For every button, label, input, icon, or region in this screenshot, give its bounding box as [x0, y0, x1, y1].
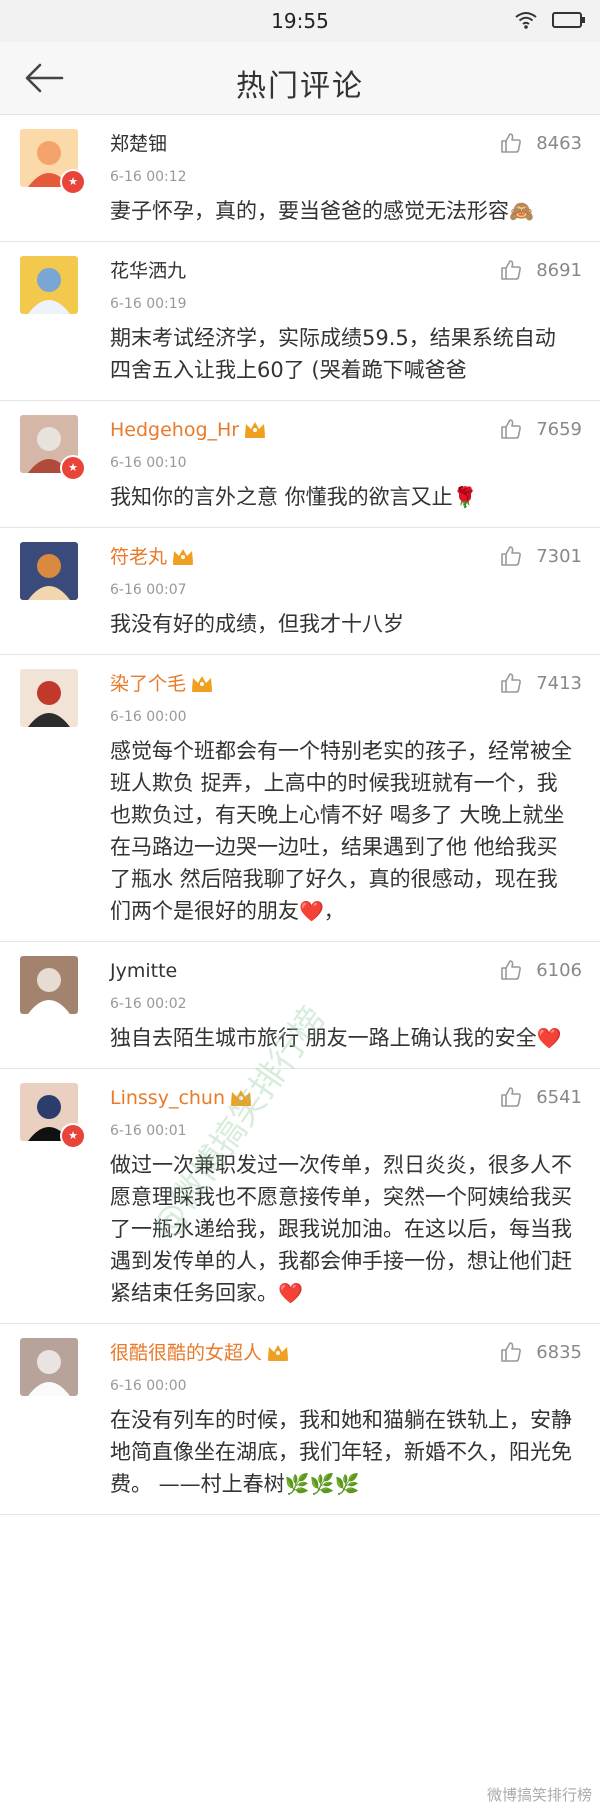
comment-body: 妻子怀孕，真的，要当爸爸的感觉无法形容	[110, 199, 509, 223]
comment-text: 妻子怀孕，真的，要当爸爸的感觉无法形容🙈	[110, 195, 582, 227]
vip-crown-icon	[268, 1345, 289, 1361]
comment-time: 6-16 00:07	[110, 582, 187, 598]
like-count: 7659	[536, 418, 582, 440]
vip-crown-icon	[231, 1090, 252, 1106]
verified-badge-icon: ★	[60, 169, 86, 195]
verified-badge-icon: ★	[60, 455, 86, 481]
wifi-icon	[515, 12, 537, 29]
comment-body: 独自去陌生城市旅行 朋友一路上确认我的安全	[110, 1026, 537, 1050]
comment-body: 感觉每个班都会有一个特别老实的孩子，经常被全班人欺负 捉弄，上高中的时候我班就有…	[110, 739, 572, 923]
comment-list: ★ 郑楚钿 8463 6-16 00:12 妻子怀孕，真的，要当爸爸的感觉无法形…	[0, 115, 600, 1515]
like-count: 6106	[536, 959, 582, 981]
avatar-container[interactable]: ★	[20, 415, 86, 481]
commenter-name[interactable]: 符老丸	[110, 546, 167, 568]
status-bar: 19:55	[0, 0, 600, 42]
comment-body: 做过一次兼职发过一次传单，烈日炎炎，很多人不愿意理睬我也不愿意接传单，突然一个阿…	[110, 1153, 572, 1305]
thumbs-up-icon	[501, 260, 521, 280]
battery-icon	[552, 12, 585, 28]
avatar-container[interactable]	[20, 256, 78, 314]
avatar-container[interactable]	[20, 1338, 78, 1396]
like-button[interactable]: 8463	[499, 131, 582, 157]
comment-time: 6-16 00:19	[110, 296, 187, 312]
comment-time: 6-16 00:01	[110, 1123, 187, 1139]
avatar[interactable]	[20, 1338, 78, 1396]
like-button[interactable]: 6106	[499, 958, 582, 984]
comment-body: 我没有好的成绩，但我才十八岁	[110, 612, 404, 636]
comment-item-4: 符老丸 7301 6-16 00:07 我没有好的成绩，但我才十八岁	[0, 528, 600, 655]
status-time: 19:55	[271, 9, 329, 33]
thumbs-up-icon	[501, 1342, 521, 1362]
emoji-icon: 🌿🌿🌿	[284, 1472, 360, 1496]
like-button[interactable]: 7659	[499, 417, 582, 443]
comment-item-2: 花华洒九 8691 6-16 00:19 期末考试经济学，实际成绩59.5，结果…	[0, 242, 600, 401]
comment-time: 6-16 00:12	[110, 169, 187, 185]
comment-item-1: ★ 郑楚钿 8463 6-16 00:12 妻子怀孕，真的，要当爸爸的感觉无法形…	[0, 115, 600, 242]
avatar[interactable]	[20, 542, 78, 600]
vip-crown-icon	[192, 676, 213, 692]
like-button[interactable]: 8691	[499, 258, 582, 284]
like-button[interactable]: 6835	[499, 1340, 582, 1366]
verified-badge-icon: ★	[60, 1123, 86, 1149]
avatar-container[interactable]: ★	[20, 129, 86, 195]
like-count: 6835	[536, 1341, 582, 1363]
commenter-name[interactable]: 郑楚钿	[110, 133, 167, 155]
comment-item-8: 很酷很酷的女超人 6835 6-16 00:00 在没有列车的时候，我和她和猫躺…	[0, 1324, 600, 1515]
like-count: 8463	[536, 132, 582, 154]
avatar-container[interactable]: ★	[20, 1083, 86, 1149]
thumbs-up-icon	[501, 960, 521, 980]
comment-text: 在没有列车的时候，我和她和猫躺在铁轨上，安静地简直像坐在湖底，我们年轻，新婚不久…	[110, 1404, 582, 1500]
like-count: 8691	[536, 259, 582, 281]
emoji-icon: ❤️	[278, 1281, 303, 1305]
commenter-name[interactable]: 花华洒九	[110, 260, 186, 282]
comment-item-3: ★ Hedgehog_Hr 7659 6-16 00:10 我知你的言外之意 你…	[0, 401, 600, 528]
avatar-container[interactable]	[20, 669, 78, 727]
commenter-name[interactable]: 染了个毛	[110, 673, 186, 695]
comment-time: 6-16 00:00	[110, 709, 187, 725]
comment-body: 期末考试经济学，实际成绩59.5，结果系统自动四舍五入让我上60了 (哭着跪下喊…	[110, 326, 556, 382]
commenter-name[interactable]: Linssy_chun	[110, 1087, 225, 1109]
emoji-icon: 🌹	[452, 485, 478, 509]
comment-text: 我知你的言外之意 你懂我的欲言又止🌹	[110, 481, 582, 513]
like-button[interactable]: 7413	[499, 671, 582, 697]
like-button[interactable]: 6541	[499, 1085, 582, 1111]
thumbs-up-icon	[501, 419, 521, 439]
emoji-icon: ❤️，	[299, 899, 344, 923]
thumbs-up-icon	[501, 673, 521, 693]
like-button[interactable]: 7301	[499, 544, 582, 570]
thumbs-up-icon	[501, 1087, 521, 1107]
comment-item-6: Jymitte 6106 6-16 00:02 独自去陌生城市旅行 朋友一路上确…	[0, 942, 600, 1069]
vip-crown-icon	[245, 422, 266, 438]
comment-item-5: 染了个毛 7413 6-16 00:00 感觉每个班都会有一个特别老实的孩子，经…	[0, 655, 600, 942]
emoji-icon: 🙈	[509, 199, 534, 223]
avatar[interactable]	[20, 256, 78, 314]
comment-time: 6-16 00:10	[110, 455, 187, 471]
comment-text: 独自去陌生城市旅行 朋友一路上确认我的安全❤️	[110, 1022, 582, 1054]
like-count: 6541	[536, 1086, 582, 1108]
comment-body: 我知你的言外之意 你懂我的欲言又止	[110, 485, 453, 509]
avatar[interactable]	[20, 956, 78, 1014]
avatar-container[interactable]	[20, 956, 78, 1014]
comment-text: 期末考试经济学，实际成绩59.5，结果系统自动四舍五入让我上60了 (哭着跪下喊…	[110, 322, 582, 386]
commenter-name[interactable]: Jymitte	[110, 960, 177, 982]
thumbs-up-icon	[501, 546, 521, 566]
comment-text: 我没有好的成绩，但我才十八岁	[110, 608, 582, 640]
nav-bar: 热门评论	[0, 42, 600, 115]
comment-item-7: ★ Linssy_chun 6541 6-16 00:01 做过一次兼职发过一次…	[0, 1069, 600, 1324]
comment-text: 做过一次兼职发过一次传单，烈日炎炎，很多人不愿意理睬我也不愿意接传单，突然一个阿…	[110, 1149, 582, 1309]
avatar[interactable]	[20, 669, 78, 727]
emoji-icon: ❤️	[536, 1026, 562, 1050]
comment-time: 6-16 00:02	[110, 996, 187, 1012]
commenter-name[interactable]: Hedgehog_Hr	[110, 419, 239, 441]
comment-text: 感觉每个班都会有一个特别老实的孩子，经常被全班人欺负 捉弄，上高中的时候我班就有…	[110, 735, 582, 927]
thumbs-up-icon	[501, 133, 521, 153]
like-count: 7413	[536, 672, 582, 694]
comment-time: 6-16 00:00	[110, 1378, 187, 1394]
avatar-container[interactable]	[20, 542, 78, 600]
vip-crown-icon	[173, 549, 194, 565]
page-title: 热门评论	[236, 69, 364, 104]
commenter-name[interactable]: 很酷很酷的女超人	[110, 1342, 262, 1364]
corner-watermark: 微博搞笑排行榜	[486, 1786, 592, 1804]
like-count: 7301	[536, 545, 582, 567]
